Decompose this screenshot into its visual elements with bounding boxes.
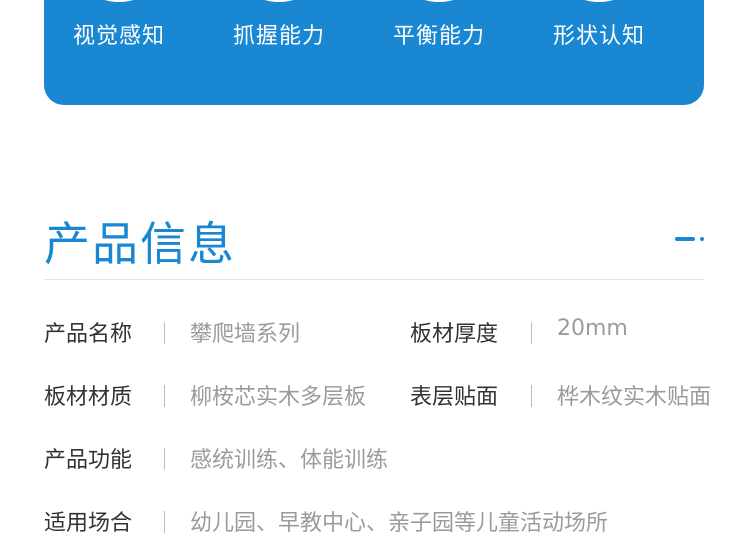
info-label: 板材材质 [44, 385, 133, 410]
info-value: 感统训练、体能训练 [190, 448, 389, 473]
section-title: 产品信息 [44, 217, 236, 271]
skill-label: 抓握能力 [232, 24, 325, 49]
skill-label: 视觉感知 [72, 24, 165, 49]
info-row-material: 板材材质 柳桉芯实木多层板 表层贴面 桦木纹实木贴面 [0, 375, 750, 415]
separator [531, 322, 532, 344]
skill-label: 平衡能力 [392, 24, 485, 49]
info-label: 产品功能 [44, 448, 133, 473]
info-value: 桦木纹实木贴面 [557, 385, 712, 410]
info-value: 柳桉芯实木多层板 [190, 385, 367, 410]
info-row-function: 产品功能 感统训练、体能训练 [0, 438, 750, 478]
info-value: 20mm [557, 316, 628, 341]
divider [44, 279, 704, 280]
skill-ring-icon [393, 0, 485, 2]
separator [164, 511, 165, 533]
skills-banner: 视觉感知 抓握能力 平衡能力 形状认知 [44, 0, 704, 105]
info-label: 板材厚度 [410, 322, 499, 347]
info-label: 适用场合 [44, 511, 133, 536]
skill-ring-icon [233, 0, 325, 2]
dot-icon [700, 237, 704, 241]
separator [164, 322, 165, 344]
info-row-venue: 适用场合 幼儿园、早教中心、亲子园等儿童活动场所 [0, 501, 750, 541]
separator [164, 385, 165, 407]
skill-ring-icon [553, 0, 645, 2]
info-value: 攀爬墙系列 [190, 322, 301, 347]
separator [531, 385, 532, 407]
info-row-name: 产品名称 攀爬墙系列 板材厚度 20mm [0, 312, 750, 352]
separator [164, 448, 165, 470]
info-label: 表层贴面 [410, 385, 499, 410]
skill-ring-icon [73, 0, 165, 2]
skill-label: 形状认知 [552, 24, 645, 49]
dash-icon [675, 237, 695, 241]
info-label: 产品名称 [44, 322, 133, 347]
info-value: 幼儿园、早教中心、亲子园等儿童活动场所 [190, 511, 609, 536]
